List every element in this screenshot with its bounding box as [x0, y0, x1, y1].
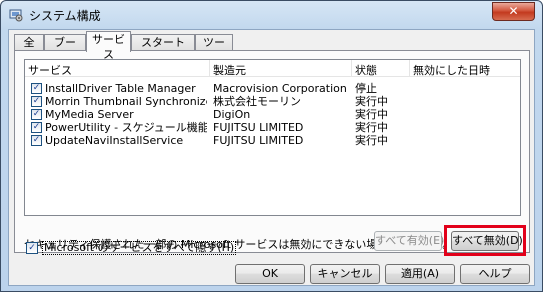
service-status: 実行中 [355, 108, 388, 121]
column-divider[interactable] [409, 60, 410, 76]
ok-button[interactable]: OK [235, 264, 305, 284]
service-checkbox[interactable]: ✓ [31, 135, 42, 146]
hide-ms-services-label[interactable]: Microsoft のサービスをすべて隠す(H) [42, 241, 237, 255]
hide-ms-services-checkbox[interactable]: ✓ [26, 242, 38, 254]
tab-services[interactable]: サービス [86, 31, 131, 61]
service-checkbox[interactable]: ✓ [31, 96, 42, 107]
table-row[interactable]: ✓ MyMedia Server DigiOn 実行中 [25, 108, 520, 121]
tab-general[interactable]: 全般 [14, 34, 44, 64]
service-name: UpdateNaviInstallService [45, 134, 184, 147]
service-name: MyMedia Server [45, 108, 134, 121]
column-divider[interactable] [209, 60, 210, 76]
title-bar[interactable]: システム構成 ✕ [1, 1, 542, 29]
table-row[interactable]: ✓ InstallDriver Table Manager Macrovisio… [25, 82, 520, 95]
disable-all-button[interactable]: すべて無効(D) [451, 231, 523, 251]
system-config-icon [9, 9, 23, 22]
table-row[interactable]: ✓ Morrin Thumbnail Synchronized Servic..… [25, 95, 520, 108]
service-manufacturer: FUJITSU LIMITED [213, 134, 304, 147]
list-header: サービス 製造元 状態 無効にした日時 [25, 60, 520, 77]
column-status[interactable]: 状態 [355, 62, 377, 78]
tab-tools[interactable]: ツール [195, 34, 233, 64]
window-title: システム構成 [29, 9, 101, 23]
table-row[interactable]: ✓ PowerUtility - スケジュール機能 FUJITSU LIMITE… [25, 121, 520, 134]
service-manufacturer: Macrovision Corporation [213, 82, 347, 95]
enable-all-button[interactable]: すべて有効(E) [374, 231, 444, 251]
service-status: 実行中 [355, 134, 388, 147]
apply-button[interactable]: 適用(A) [385, 264, 455, 284]
service-status: 実行中 [355, 95, 388, 108]
service-checkbox[interactable]: ✓ [31, 109, 42, 120]
column-disabled-date[interactable]: 無効にした日時 [413, 62, 490, 78]
service-name: InstallDriver Table Manager [45, 82, 196, 95]
services-tab-panel: サービス 製造元 状態 無効にした日時 ✓ InstallDriver Tabl… [14, 50, 530, 256]
column-service[interactable]: サービス [28, 62, 72, 78]
service-manufacturer: DigiOn [213, 108, 251, 121]
service-status: 停止 [355, 82, 377, 95]
client-area: 全般 ブート サービス スタートアップ ツール サービス 製造元 状態 無効にし… [8, 29, 535, 286]
services-list[interactable]: サービス 製造元 状態 無効にした日時 ✓ InstallDriver Tabl… [24, 59, 521, 216]
service-checkbox[interactable]: ✓ [31, 122, 42, 133]
service-checkbox[interactable]: ✓ [31, 83, 42, 94]
service-name: PowerUtility - スケジュール機能 [45, 121, 207, 134]
tab-boot[interactable]: ブート [44, 34, 86, 64]
help-button[interactable]: ヘルプ [460, 264, 530, 284]
close-button[interactable]: ✕ [492, 2, 535, 21]
system-config-window: システム構成 ✕ 全般 ブート サービス スタートアップ ツール サービス 製造… [0, 0, 543, 292]
service-status: 実行中 [355, 121, 388, 134]
service-name: Morrin Thumbnail Synchronized Servic... [45, 95, 207, 108]
service-manufacturer: FUJITSU LIMITED [213, 121, 304, 134]
column-divider[interactable] [351, 60, 352, 76]
tab-startup[interactable]: スタートアップ [131, 34, 195, 64]
service-manufacturer: 株式会社モーリン [213, 95, 301, 108]
column-manufacturer[interactable]: 製造元 [213, 62, 246, 78]
table-row[interactable]: ✓ UpdateNaviInstallService FUJITSU LIMIT… [25, 134, 520, 147]
cancel-button[interactable]: キャンセル [310, 264, 380, 284]
